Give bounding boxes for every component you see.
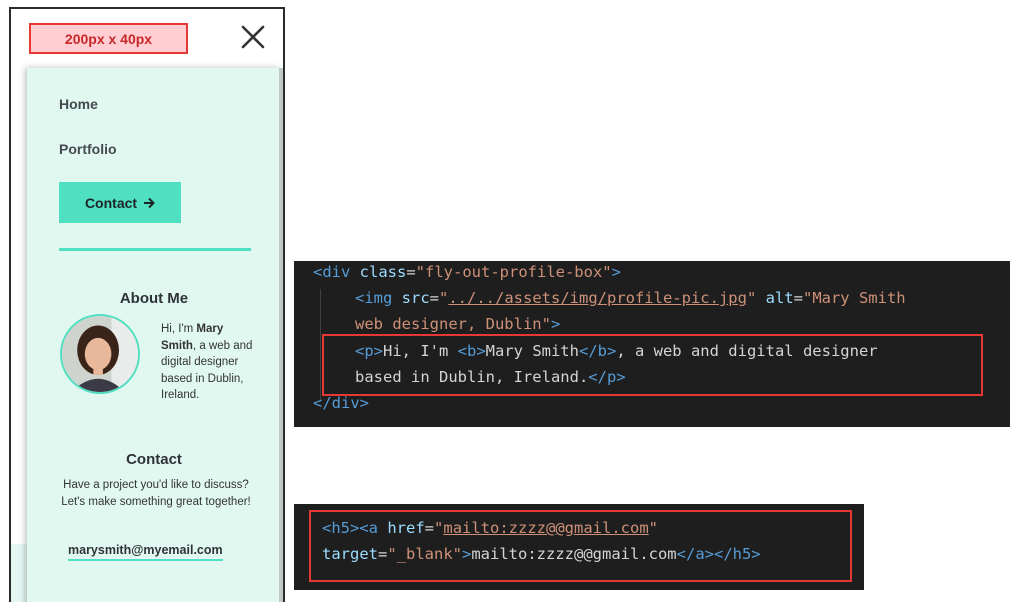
email-link[interactable]: marysmith@myemail.com	[68, 543, 223, 561]
arrow-right-icon	[144, 197, 155, 208]
about-intro-start: Hi, I'm	[161, 323, 197, 335]
contact-button[interactable]: Contact	[59, 182, 181, 223]
highlight-box-email	[309, 510, 852, 582]
code-line-6: </div>	[313, 394, 369, 412]
about-intro-text: Hi, I'm Mary Smith, a web and digital de…	[161, 321, 261, 404]
contact-description: Have a project you'd like to discuss? Le…	[61, 479, 251, 508]
code-block-profile-box: <div class="fly-out-profile-box"> <img s…	[294, 261, 1010, 427]
contact-heading: Contact	[126, 451, 182, 468]
size-annotation-badge: 200px x 40px	[29, 23, 188, 54]
profile-photo-icon	[62, 316, 138, 392]
indent-guide	[320, 289, 321, 401]
close-menu-button[interactable]	[239, 23, 267, 51]
code-line-1: <div class="fly-out-profile-box">	[313, 263, 621, 281]
about-heading: About Me	[119, 290, 189, 307]
code-line-3: web designer, Dublin">	[355, 315, 561, 333]
contact-button-label: Contact	[84, 194, 138, 211]
page-background-strip	[11, 544, 27, 602]
mobile-frame: 200px x 40px Home Portfolio Contact Abou…	[9, 7, 285, 602]
fly-out-menu: Home Portfolio Contact About Me Hi, I'm …	[27, 68, 283, 602]
panel-scrollbar[interactable]	[279, 68, 283, 602]
nav-home-link[interactable]: Home	[59, 96, 98, 112]
nav-divider	[59, 248, 251, 251]
highlight-box-paragraph	[322, 334, 983, 396]
profile-avatar	[60, 314, 140, 394]
close-icon	[241, 25, 265, 49]
code-line-2: <img src="../../assets/img/profile-pic.j…	[355, 289, 906, 307]
nav-portfolio-link[interactable]: Portfolio	[59, 141, 117, 157]
code-block-email-link: <h5><a href="mailto:zzzz@@gmail.com" tar…	[294, 504, 864, 590]
